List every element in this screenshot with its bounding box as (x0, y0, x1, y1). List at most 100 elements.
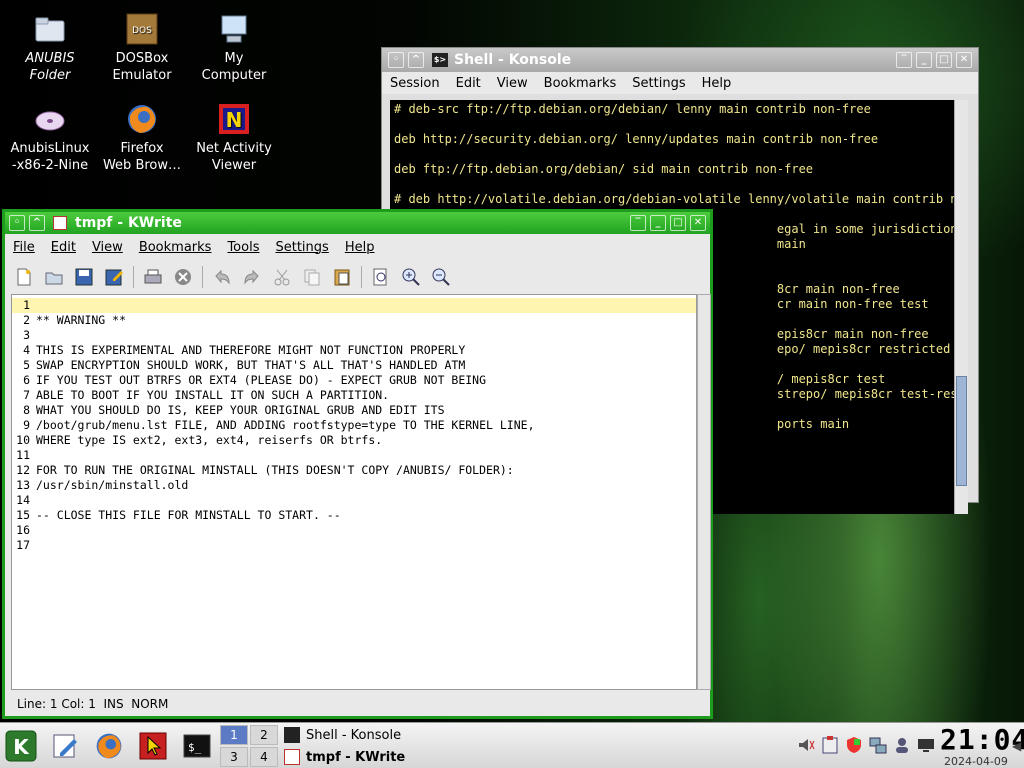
window-menu-icon[interactable]: ◦ (388, 52, 404, 68)
kwrite-launcher[interactable] (48, 729, 82, 763)
pager-desktop-2[interactable]: 2 (250, 725, 278, 745)
firefox-launcher[interactable] (92, 729, 126, 763)
line-number: 13 (16, 478, 30, 492)
network-icon[interactable] (868, 735, 888, 755)
close-doc-icon[interactable] (170, 264, 196, 290)
zoom-out-icon[interactable] (428, 264, 454, 290)
kwrite-titlebar[interactable]: ◦ ^ tmpf - KWrite ‾ _ □ ✕ (5, 212, 710, 234)
menu-session[interactable]: Session (390, 76, 440, 91)
desktop-icon-label: Firefox (120, 141, 164, 156)
minimize-icon[interactable]: _ (916, 52, 932, 68)
print-icon[interactable] (140, 264, 166, 290)
user-icon[interactable] (892, 735, 912, 755)
keep-above-icon[interactable]: ^ (408, 52, 424, 68)
menu-view[interactable]: View (497, 76, 528, 91)
editor-line[interactable]: 17 (12, 538, 696, 553)
window-menu-icon[interactable]: ◦ (9, 215, 25, 231)
editor-line[interactable]: 1 (12, 298, 696, 313)
desktop-icon-anubis-folder[interactable]: ANUBIS Folder (4, 12, 96, 84)
terminal-launcher[interactable]: $_ (180, 729, 214, 763)
menu-settings[interactable]: Settings (275, 240, 328, 255)
close-icon[interactable]: ✕ (956, 52, 972, 68)
text-editor[interactable]: 1 2 ** WARNING ** 3 4 THIS IS EXPERIMENTAL AN… (11, 294, 697, 690)
desktop-icon-label: Emulator (112, 68, 172, 83)
desktop-icon-anubislinux[interactable]: AnubisLinux -x86-2-Nine (4, 102, 96, 174)
menu-settings[interactable]: Settings (632, 76, 685, 91)
minimize-icon[interactable]: _ (650, 215, 666, 231)
pager-desktop-1[interactable]: 1 (220, 725, 248, 745)
firefox-icon (125, 102, 159, 136)
undo-icon[interactable] (209, 264, 235, 290)
task-label: Shell - Konsole (306, 727, 402, 743)
cut-icon[interactable] (269, 264, 295, 290)
pointer-launcher[interactable] (136, 729, 170, 763)
maximize-icon[interactable]: □ (936, 52, 952, 68)
shade-icon[interactable]: ‾ (630, 215, 646, 231)
paste-icon[interactable] (329, 264, 355, 290)
kwrite-window[interactable]: ◦ ^ tmpf - KWrite ‾ _ □ ✕ File Edit View… (2, 209, 713, 719)
pager-desktop-3[interactable]: 3 (220, 747, 248, 767)
print-preview-icon[interactable] (368, 264, 394, 290)
menu-bookmarks[interactable]: Bookmarks (139, 240, 212, 255)
keep-above-icon[interactable]: ^ (29, 215, 45, 231)
editor-line[interactable]: 14 (12, 493, 696, 508)
desktop-icon-net-activity[interactable]: N Net Activity Viewer (188, 102, 280, 174)
editor-line[interactable]: 2 ** WARNING ** (12, 313, 696, 328)
new-document-icon[interactable] (11, 264, 37, 290)
editor-line[interactable]: 8 WHAT YOU SHOULD DO IS, KEEP YOUR ORIGIN… (12, 403, 696, 418)
panel-handle-icon[interactable]: ◀ (1012, 739, 1021, 753)
editor-line[interactable]: 6 IF YOU TEST OUT BTRFS OR EXT4 (PLEASE D… (12, 373, 696, 388)
menu-edit[interactable]: Edit (456, 76, 481, 91)
editor-line[interactable]: 5 SWAP ENCRYPTION SHOULD WORK, BUT THAT'S… (12, 358, 696, 373)
task-konsole[interactable]: Shell - Konsole (284, 725, 401, 745)
redo-icon[interactable] (239, 264, 265, 290)
save-as-icon[interactable] (101, 264, 127, 290)
menu-help[interactable]: Help (702, 76, 732, 91)
maximize-icon[interactable]: □ (670, 215, 686, 231)
k-menu-button[interactable]: K (4, 729, 38, 763)
editor-scrollbar[interactable] (697, 294, 711, 690)
line-number: 7 (23, 388, 30, 402)
editor-line[interactable]: 15 -- CLOSE THIS FILE FOR MINSTALL TO STA… (12, 508, 696, 523)
desktop-icon-firefox[interactable]: Firefox Web Brow… (96, 102, 188, 174)
zoom-in-icon[interactable] (398, 264, 424, 290)
save-icon[interactable] (71, 264, 97, 290)
copy-icon[interactable] (299, 264, 325, 290)
editor-line[interactable]: 13/usr/sbin/minstall.old (12, 478, 696, 493)
terminal-scrollbar[interactable] (954, 100, 968, 514)
konsole-menubar: Session Edit View Bookmarks Settings Hel… (382, 72, 978, 94)
desktop-icon-dosbox[interactable]: DOS DOSBox Emulator (96, 12, 188, 84)
editor-line[interactable]: 4 THIS IS EXPERIMENTAL AND THEREFORE MIGH… (12, 343, 696, 358)
editor-line[interactable]: 12 FOR TO RUN THE ORIGINAL MINSTALL (THIS… (12, 463, 696, 478)
open-icon[interactable] (41, 264, 67, 290)
menu-help[interactable]: Help (345, 240, 375, 255)
clipboard-icon[interactable] (820, 735, 840, 755)
editor-line[interactable]: 16 (12, 523, 696, 538)
line-text: -- CLOSE THIS FILE FOR MINSTALL TO START… (36, 508, 341, 522)
editor-line[interactable]: 11 (12, 448, 696, 463)
konsole-titlebar[interactable]: ◦ ^ $> Shell - Konsole ‾ _ □ ✕ (382, 48, 978, 72)
editor-line[interactable]: 9/boot/grub/menu.lst FILE, AND ADDING ro… (12, 418, 696, 433)
editor-line[interactable]: 10 WHERE type IS ext2, ext3, ext4, reiser… (12, 433, 696, 448)
line-number: 11 (16, 448, 30, 462)
menu-edit[interactable]: Edit (51, 240, 76, 255)
pager-desktop-4[interactable]: 4 (250, 747, 278, 767)
scrollbar-thumb[interactable] (956, 376, 967, 486)
editor-line[interactable]: 7 ABLE TO BOOT IF YOU INSTALL IT ON SUCH … (12, 388, 696, 403)
menu-bookmarks[interactable]: Bookmarks (544, 76, 617, 91)
desktop-icon-my-computer[interactable]: My Computer (188, 12, 280, 84)
toolbar-separator (202, 266, 203, 288)
menu-view[interactable]: View (92, 240, 123, 255)
menu-file[interactable]: File (13, 240, 35, 255)
menu-tools[interactable]: Tools (227, 240, 259, 255)
display-icon[interactable] (916, 735, 936, 755)
task-kwrite[interactable]: tmpf - KWrite (284, 747, 405, 767)
shade-icon[interactable]: ‾ (896, 52, 912, 68)
line-text: WHERE type IS ext2, ext3, ext4, reiserfs… (36, 433, 383, 447)
volume-icon[interactable] (796, 735, 816, 755)
shield-icon[interactable] (844, 735, 864, 755)
desktop-icon-label: Folder (29, 68, 71, 83)
close-icon[interactable]: ✕ (690, 215, 706, 231)
editor-line[interactable]: 3 (12, 328, 696, 343)
